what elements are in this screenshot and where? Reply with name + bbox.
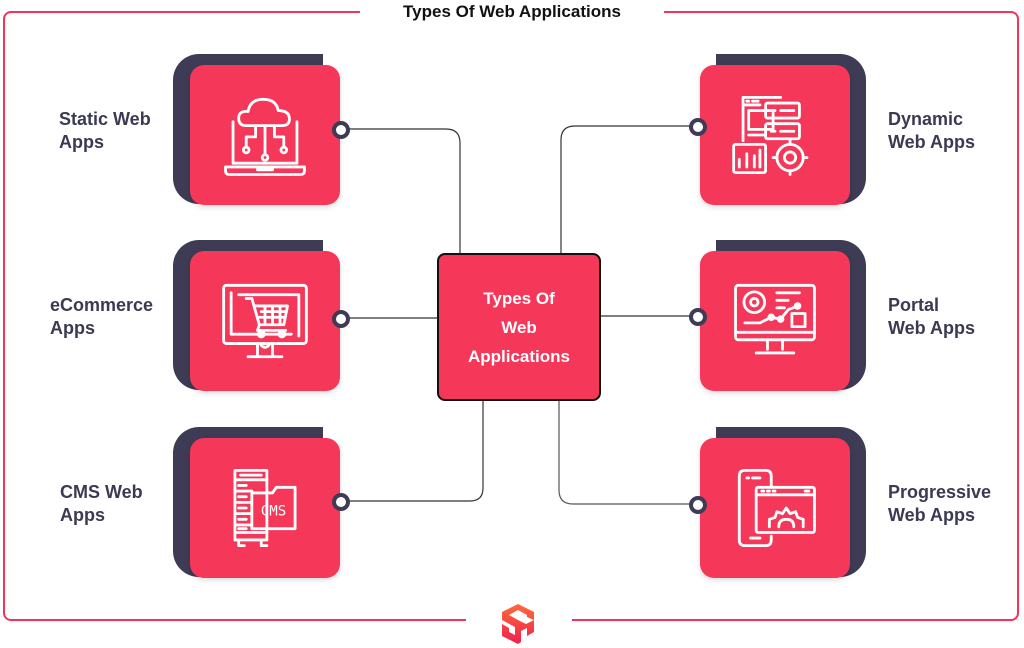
label-portal-web-apps: Portal Web Apps bbox=[888, 294, 975, 340]
label-static-web-apps: Static Web Apps bbox=[59, 108, 151, 154]
label-line: Portal bbox=[888, 295, 940, 315]
label-line: Web Apps bbox=[888, 318, 976, 338]
center-line: Types Of bbox=[483, 288, 555, 308]
connector-node bbox=[332, 493, 350, 511]
center-line: Applications bbox=[467, 346, 570, 366]
label-ecommerce-apps: eCommerce Apps bbox=[50, 294, 153, 340]
label-line: Progressive bbox=[888, 482, 992, 502]
label-progressive-web-apps: Progressive Web Apps bbox=[888, 481, 991, 527]
label-line: eCommerce bbox=[50, 295, 154, 315]
card-dynamic-web-apps bbox=[700, 65, 850, 205]
label-line: Dynamic bbox=[888, 109, 964, 129]
connector-node bbox=[689, 118, 707, 136]
label-line: Web Apps bbox=[888, 132, 976, 152]
connector-node bbox=[332, 121, 350, 139]
label-line: Apps bbox=[50, 318, 95, 338]
svg-text:CMS: CMS bbox=[261, 504, 286, 520]
connector-node bbox=[689, 496, 707, 514]
connector-dynamic bbox=[560, 125, 692, 253]
dashboard-gear-icon bbox=[732, 95, 809, 176]
cube-logo-icon bbox=[502, 604, 534, 644]
label-cms-web-apps: CMS Web Apps bbox=[60, 481, 143, 527]
connector-node bbox=[332, 310, 350, 328]
label-line: Web Apps bbox=[888, 505, 976, 525]
card-progressive-web-apps bbox=[700, 438, 850, 578]
card-static-web-apps bbox=[190, 65, 340, 205]
center-line: Web bbox=[501, 317, 537, 337]
label-line: Apps bbox=[60, 505, 105, 525]
card-portal-web-apps bbox=[700, 251, 850, 391]
connector-static bbox=[348, 128, 461, 253]
analytics-monitor-icon bbox=[734, 283, 816, 355]
mobile-browser-gear-icon bbox=[737, 468, 816, 548]
label-line: Static Web bbox=[59, 109, 151, 129]
connector-node bbox=[689, 308, 707, 326]
center-node: Types Of Web Applications bbox=[437, 253, 601, 401]
card-cms-web-apps: CMS bbox=[190, 438, 340, 578]
label-line: Apps bbox=[59, 132, 104, 152]
label-dynamic-web-apps: Dynamic Web Apps bbox=[888, 108, 975, 154]
cms-server-icon: CMS bbox=[233, 468, 297, 548]
connector-cms bbox=[348, 401, 484, 502]
card-ecommerce-apps bbox=[190, 251, 340, 391]
cloud-laptop-icon bbox=[224, 97, 306, 176]
label-line: CMS Web bbox=[60, 482, 143, 502]
shopping-cart-monitor-icon bbox=[222, 283, 308, 359]
connector-progressive bbox=[558, 401, 692, 505]
